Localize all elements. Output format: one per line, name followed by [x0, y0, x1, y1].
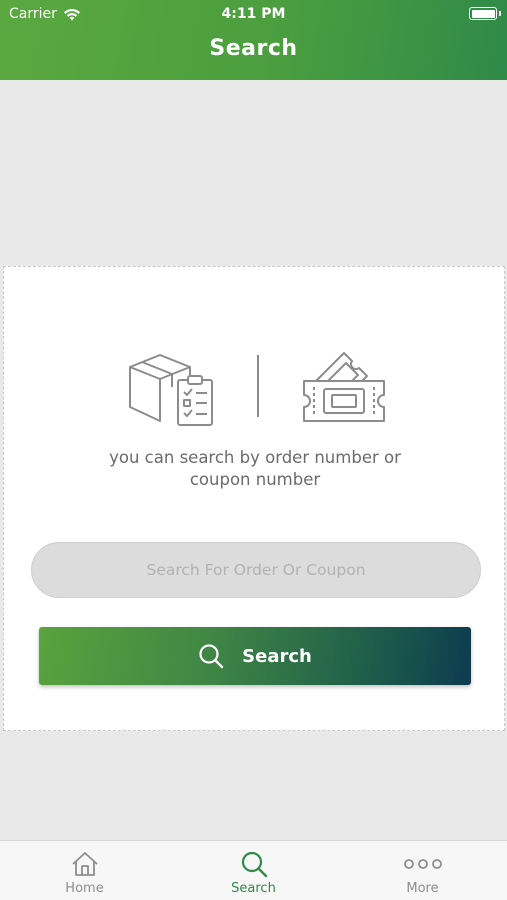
coupon-ticket-icon — [303, 352, 385, 422]
search-card: you can search by order number or coupon… — [3, 266, 505, 731]
search-hint: you can search by order number or coupon… — [64, 447, 446, 491]
tab-search-label: Search — [231, 881, 276, 896]
tab-home-label: Home — [65, 881, 104, 896]
tab-more-label: More — [406, 881, 439, 896]
search-icon — [241, 851, 267, 878]
search-button-label: Search — [242, 645, 312, 667]
search-input[interactable] — [32, 543, 480, 597]
tab-more[interactable]: More — [338, 841, 507, 900]
search-button[interactable]: Search — [39, 627, 471, 685]
status-time: 4:11 PM — [221, 6, 286, 22]
more-icon — [403, 859, 442, 869]
app-header: Carrier 4:11 PM Search — [0, 0, 507, 80]
status-bar: Carrier 4:11 PM — [0, 0, 507, 28]
illustration-divider — [257, 355, 259, 417]
tab-search[interactable]: Search — [169, 841, 338, 900]
page-title: Search — [209, 36, 298, 61]
package-checklist-icon — [129, 354, 213, 426]
tab-bar: Home Search More — [0, 840, 507, 900]
search-icon — [199, 644, 224, 669]
battery-icon — [469, 7, 501, 20]
search-field[interactable] — [31, 542, 481, 598]
search-hint-line-1: you can search by order number or — [109, 448, 401, 467]
search-hint-line-2: coupon number — [189, 470, 321, 489]
tab-home[interactable]: Home — [0, 841, 169, 900]
home-icon — [71, 852, 98, 876]
